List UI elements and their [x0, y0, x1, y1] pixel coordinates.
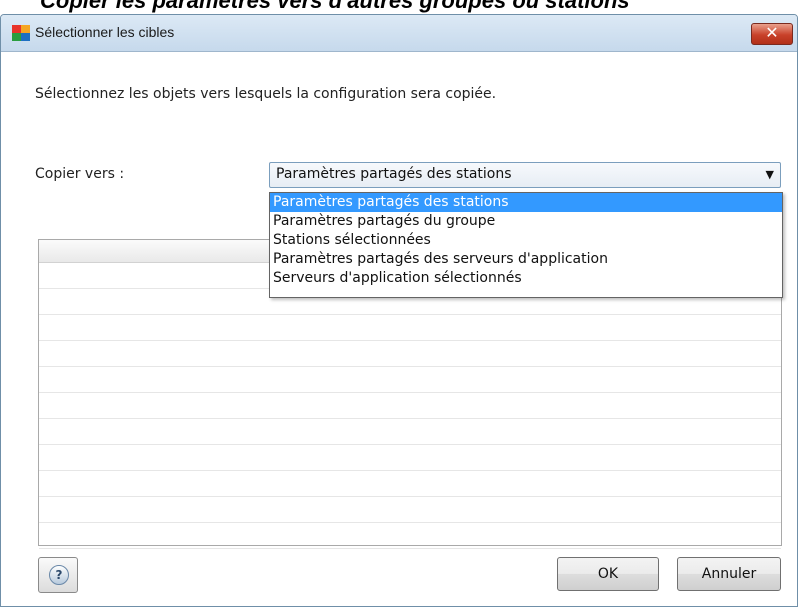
list-row[interactable]	[39, 471, 781, 497]
list-row[interactable]	[39, 341, 781, 367]
help-button[interactable]: ?	[38, 557, 78, 593]
dialog-content: Sélectionnez les objets vers lesquels la…	[1, 52, 797, 606]
list-rows	[39, 263, 781, 549]
help-icon: ?	[49, 565, 69, 585]
list-row[interactable]	[39, 315, 781, 341]
close-icon: ✕	[765, 23, 779, 42]
list-row[interactable]	[39, 419, 781, 445]
copy-to-selected-value: Paramètres partagés des stations	[276, 166, 512, 182]
option-shared-app-servers[interactable]: Paramètres partagés des serveurs d'appli…	[270, 250, 782, 269]
close-button[interactable]: ✕	[751, 23, 793, 45]
list-row[interactable]	[39, 445, 781, 471]
option-shared-stations[interactable]: Paramètres partagés des stations	[270, 193, 782, 212]
cancel-button[interactable]: Annuler	[677, 557, 781, 591]
option-shared-group[interactable]: Paramètres partagés du groupe	[270, 212, 782, 231]
copy-to-dropdown-list: Paramètres partagés des stations Paramèt…	[269, 192, 783, 298]
option-selected-app-servers[interactable]: Serveurs d'application sélectionnés	[270, 269, 782, 288]
title-bar: Sélectionner les cibles ✕	[1, 15, 797, 52]
list-row[interactable]	[39, 367, 781, 393]
copy-to-select[interactable]: Paramètres partagés des stations ▼	[269, 162, 781, 188]
background-heading-text: Copier les paramètres vers d'autres grou…	[40, 0, 630, 13]
copy-to-label: Copier vers :	[35, 166, 125, 182]
list-row[interactable]	[39, 393, 781, 419]
chevron-down-icon[interactable]: ▼	[766, 168, 774, 181]
avg-app-icon	[12, 25, 30, 41]
list-row[interactable]	[39, 523, 781, 549]
instruction-text: Sélectionnez les objets vers lesquels la…	[35, 86, 497, 102]
ok-button[interactable]: OK	[557, 557, 659, 591]
select-targets-dialog: Sélectionner les cibles ✕ Sélectionnez l…	[0, 14, 798, 607]
window-title: Sélectionner les cibles	[35, 24, 175, 40]
background-document-heading: Copier les paramètres vers d'autres grou…	[0, 0, 798, 14]
option-selected-stations[interactable]: Stations sélectionnées	[270, 231, 782, 250]
list-row[interactable]	[39, 497, 781, 523]
